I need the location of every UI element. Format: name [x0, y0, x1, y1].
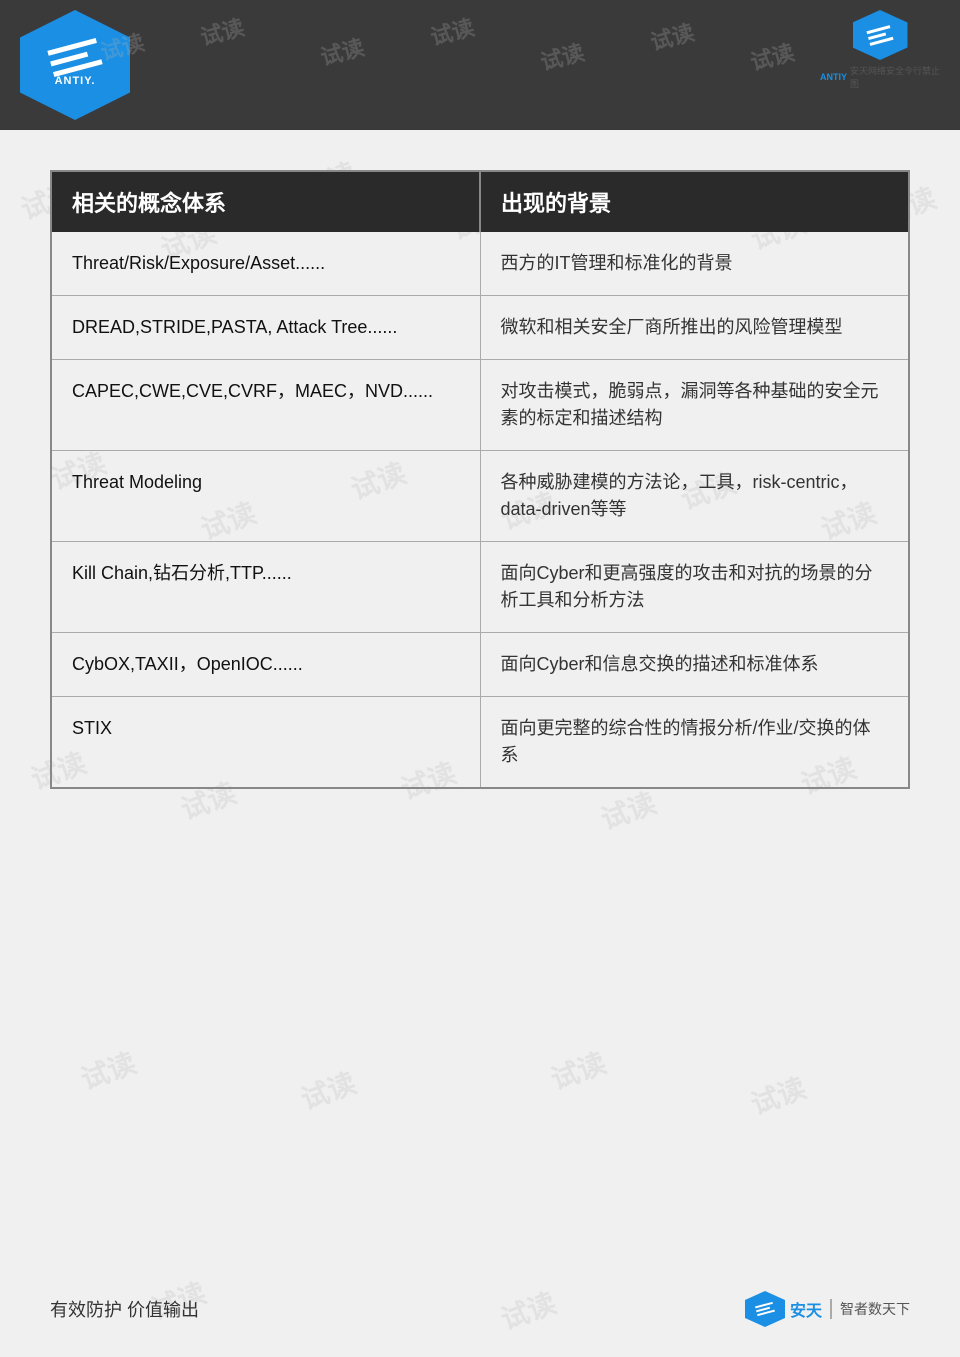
table-row: CybOX,TAXII，OpenIOC...... 面向Cyber和信息交换的描… — [52, 632, 908, 696]
table-row: Threat Modeling 各种威胁建模的方法论，工具，risk-centr… — [52, 450, 908, 541]
footer-brand: 安天 智者数天下 — [745, 1291, 910, 1327]
table-cell-left-5: CybOX,TAXII，OpenIOC...... — [52, 633, 481, 696]
table-header-col1: 相关的概念体系 — [52, 172, 481, 232]
wm-h4: 试读 — [427, 10, 478, 52]
footer-slogan: 有效防护 价值输出 — [50, 1296, 199, 1322]
table-row: Kill Chain,钻石分析,TTP...... 面向Cyber和更高强度的攻… — [52, 541, 908, 632]
table-cell-right-6: 面向更完整的综合性的情报分析/作业/交换的体系 — [481, 697, 909, 787]
table-row: CAPEC,CWE,CVE,CVRF，MAEC，NVD...... 对攻击模式，… — [52, 359, 908, 450]
main-content: 相关的概念体系 出现的背景 Threat/Risk/Exposure/Asset… — [0, 130, 960, 809]
brand-logo-shape — [853, 10, 908, 60]
logo-text: ANTIY. — [55, 75, 96, 87]
header-logo: ANTIY. — [20, 10, 130, 120]
brand-antiy: ANTIY — [820, 72, 847, 82]
pwm-19: 试读 — [75, 1042, 141, 1099]
table-header-row: 相关的概念体系 出现的背景 — [52, 172, 908, 232]
header-watermarks: 试读 试读 试读 试读 试读 试读 试读 — [0, 0, 960, 130]
footer-brand-name: 安天 — [790, 1297, 822, 1321]
data-table: 相关的概念体系 出现的背景 Threat/Risk/Exposure/Asset… — [50, 170, 910, 789]
footer-logo-shape — [745, 1291, 785, 1327]
table-header-col2: 出现的背景 — [481, 172, 908, 232]
table-cell-left-4: Kill Chain,钻石分析,TTP...... — [52, 542, 481, 632]
wm-h6: 试读 — [647, 15, 698, 57]
brand-logo-inner — [866, 25, 893, 46]
table-body: Threat/Risk/Exposure/Asset...... 西方的IT管理… — [52, 232, 908, 787]
brand-subtitle: 安天网络安全令行禁止图 — [850, 64, 940, 90]
header: ANTIY. 试读 试读 试读 试读 试读 试读 试读 ANTIY 安天网络安全… — [0, 0, 960, 130]
table-row: Threat/Risk/Exposure/Asset...... 西方的IT管理… — [52, 232, 908, 295]
table-cell-left-3: Threat Modeling — [52, 451, 481, 541]
table-cell-right-1: 微软和相关安全厂商所推出的风险管理模型 — [481, 296, 909, 359]
footer: 有效防护 价值输出 安天 智者数天下 — [0, 1291, 960, 1327]
pwm-21: 试读 — [545, 1042, 611, 1099]
table-cell-left-0: Threat/Risk/Exposure/Asset...... — [52, 232, 481, 295]
brand-line-1 — [866, 25, 890, 34]
table-row: DREAD,STRIDE,PASTA, Attack Tree...... 微软… — [52, 295, 908, 359]
wm-h7: 试读 — [747, 35, 798, 77]
table-cell-left-2: CAPEC,CWE,CVE,CVRF，MAEC，NVD...... — [52, 360, 481, 450]
table-row: STIX 面向更完整的综合性的情报分析/作业/交换的体系 — [52, 696, 908, 787]
logo-lines — [47, 37, 102, 76]
table-cell-right-5: 面向Cyber和信息交换的描述和标准体系 — [481, 633, 909, 696]
footer-logo-lines — [755, 1302, 775, 1316]
pwm-20: 试读 — [295, 1062, 361, 1119]
footer-divider — [830, 1299, 832, 1319]
wm-h3: 试读 — [317, 30, 368, 72]
table-cell-right-4: 面向Cyber和更高强度的攻击和对抗的场景的分析工具和分析方法 — [481, 542, 909, 632]
footer-brand-sub: 智者数天下 — [840, 1299, 910, 1319]
wm-h2: 试读 — [197, 10, 248, 52]
table-cell-right-0: 西方的IT管理和标准化的背景 — [481, 232, 909, 295]
table-cell-right-2: 对攻击模式，脆弱点，漏洞等各种基础的安全元素的标定和描述结构 — [481, 360, 909, 450]
logo-line-1 — [47, 37, 97, 55]
table-cell-left-1: DREAD,STRIDE,PASTA, Attack Tree...... — [52, 296, 481, 359]
brand-text-row: ANTIY 安天网络安全令行禁止图 — [820, 64, 940, 90]
wm-h5: 试读 — [537, 35, 588, 77]
table-cell-right-3: 各种威胁建模的方法论，工具，risk-centric，data-driven等等 — [481, 451, 909, 541]
header-brand: ANTIY 安天网络安全令行禁止图 — [820, 10, 940, 90]
pwm-22: 试读 — [745, 1067, 811, 1124]
table-cell-left-6: STIX — [52, 697, 481, 787]
